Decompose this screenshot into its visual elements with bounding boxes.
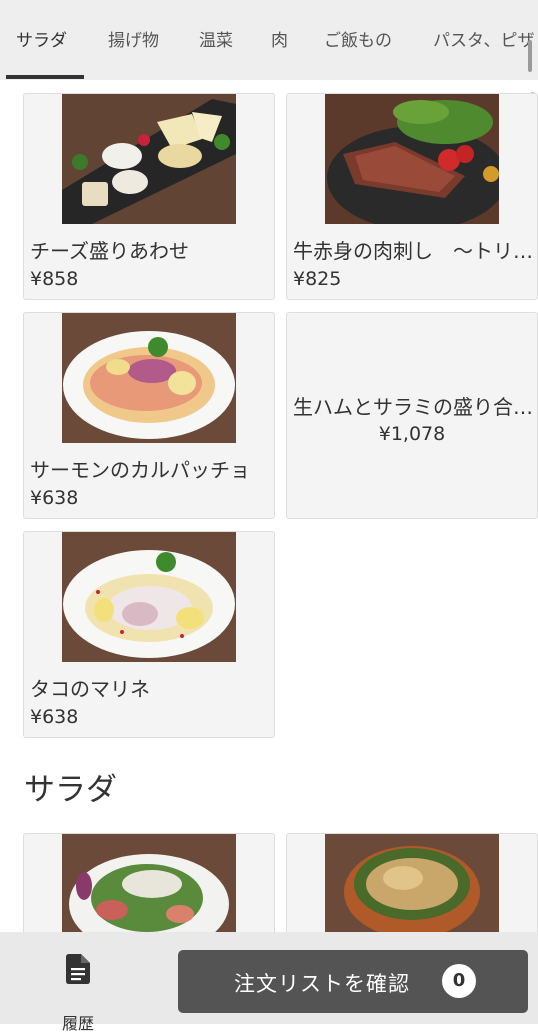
menu-item-card[interactable]: 生ハムとサラミの盛り合わせ ¥1,078: [286, 312, 538, 519]
tab-salad[interactable]: サラダ: [16, 26, 67, 51]
tab-warm-dishes[interactable]: 温菜: [199, 26, 233, 51]
document-icon: [66, 954, 90, 984]
menu-item-name: サーモンのカルパッチョ: [30, 458, 250, 482]
menu-item-photo: [325, 94, 499, 224]
menu-item-card[interactable]: タコのマリネ ¥638: [23, 531, 275, 738]
menu-item-name: タコのマリネ: [30, 677, 150, 701]
category-tab-bar: サラダ 揚げ物 温菜 肉 ご飯もの パスタ、ピザ: [0, 0, 538, 80]
tab-meat[interactable]: 肉: [271, 26, 288, 51]
view-order-list-button[interactable]: 注文リストを確認 0: [178, 950, 528, 1013]
menu-item-photo: [62, 532, 236, 662]
menu-item-name: 牛赤身の肉刺し 〜トリュフソース〜: [293, 239, 533, 263]
menu-item-name: 生ハムとサラミの盛り合わせ: [293, 395, 533, 419]
menu-item-price: ¥825: [293, 268, 342, 290]
tab-fried[interactable]: 揚げ物: [108, 26, 159, 51]
history-button[interactable]: 履歴: [40, 948, 116, 1033]
tab-rice[interactable]: ご飯もの: [324, 26, 392, 51]
history-label: 履歴: [61, 1014, 94, 1033]
menu-item-price: ¥858: [30, 268, 79, 290]
tab-scrollbar[interactable]: [528, 40, 532, 72]
menu-item-card[interactable]: 牛赤身の肉刺し 〜トリュフソース〜 ¥825: [286, 93, 538, 300]
menu-item-photo: [62, 94, 236, 224]
menu-item-price: ¥638: [30, 706, 79, 728]
menu-item-card[interactable]: チーズ盛りあわせ ¥858: [23, 93, 275, 300]
tab-pasta-pizza[interactable]: パスタ、ピザ: [433, 26, 535, 51]
menu-item-price: ¥638: [30, 487, 79, 509]
menu-item-name: チーズ盛りあわせ: [30, 239, 189, 263]
order-count-badge: 0: [442, 964, 476, 998]
order-button-label: 注文リストを確認: [234, 972, 410, 996]
section-title: サラダ: [24, 772, 117, 808]
active-tab-indicator: [6, 75, 84, 79]
bottom-action-bar: 履歴 注文リストを確認 0: [0, 932, 538, 1033]
menu-item-price: ¥1,078: [378, 423, 446, 445]
menu-item-photo: [62, 313, 236, 443]
menu-item-card[interactable]: サーモンのカルパッチョ ¥638: [23, 312, 275, 519]
